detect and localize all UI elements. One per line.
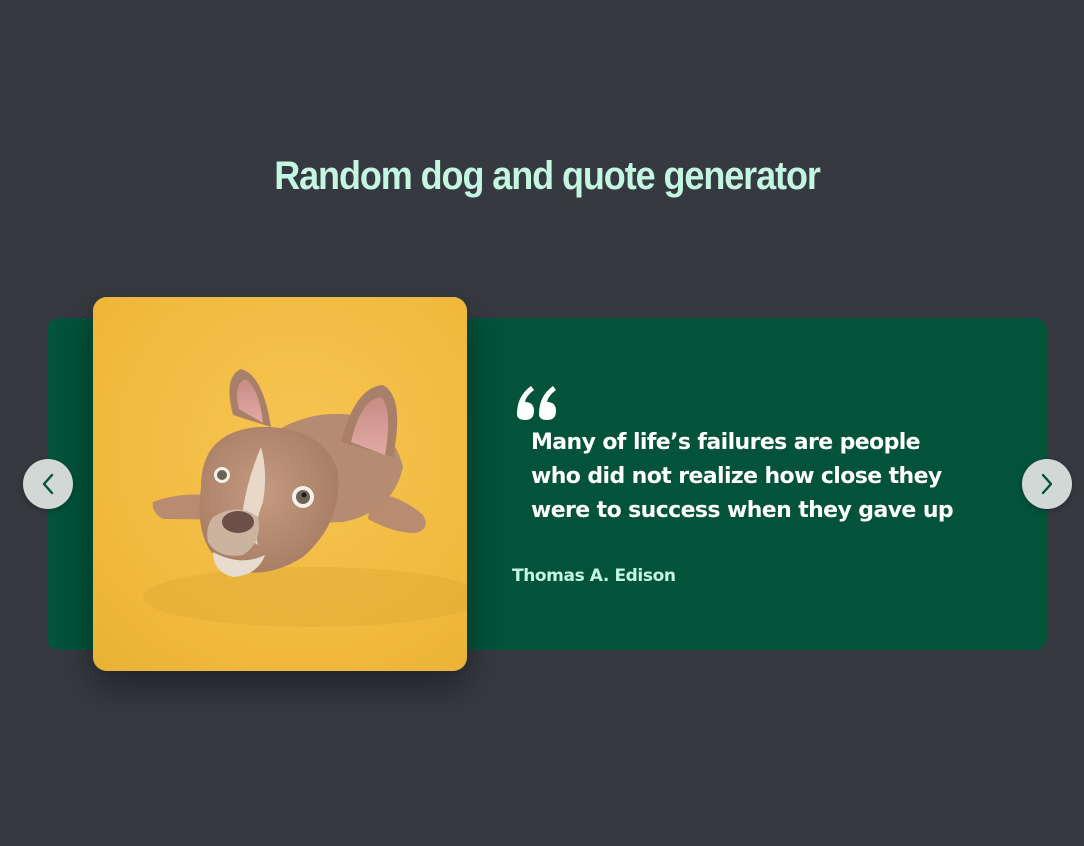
dog-photo <box>93 297 467 671</box>
next-button[interactable] <box>1022 459 1072 509</box>
chevron-right-icon <box>1041 473 1053 495</box>
quote-author: Thomas A. Edison <box>512 566 676 586</box>
quote-open-icon <box>517 386 556 420</box>
french-bulldog-photo <box>93 297 467 671</box>
previous-button[interactable] <box>23 459 73 509</box>
quote-text: Many of life’s failures are people who d… <box>531 430 954 523</box>
page-title: Random dog and quote generator <box>274 154 821 198</box>
chevron-left-icon <box>42 473 54 495</box>
